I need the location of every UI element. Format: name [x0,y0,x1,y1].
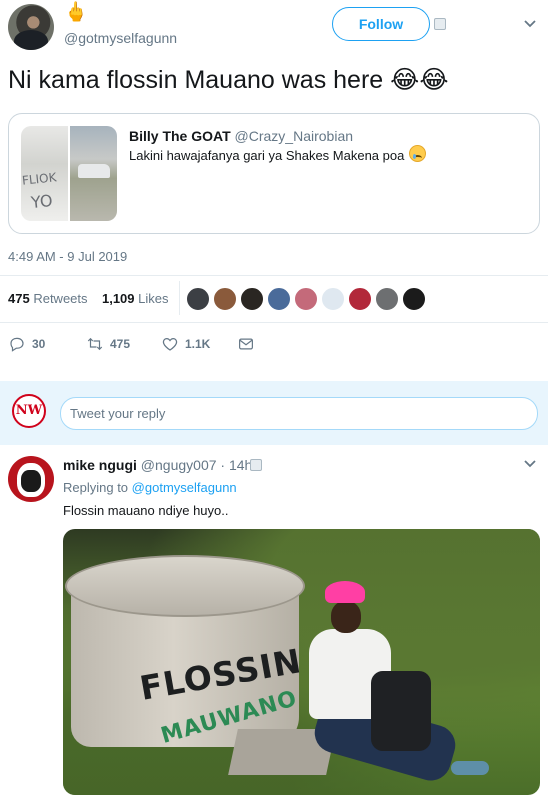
retweet-button[interactable]: 475 [86,333,130,355]
divider [179,281,180,315]
liker-avatar[interactable] [294,287,318,311]
reply-author[interactable]: mike ngugi @ngugy007 · 14h [63,457,252,473]
direct-message-button[interactable] [237,333,255,355]
person-backpack [371,671,431,751]
likes-count[interactable]: 1,109 [102,291,135,306]
replying-to-label: Replying to [63,480,129,495]
envelope-icon [239,338,253,350]
tweet-text: Ni kama flossin Mauano was here 😂😂 [8,66,449,94]
reply-time[interactable]: 14h [229,457,252,473]
quoted-image-graffiti-1: FLIOK [21,170,58,188]
divider [0,322,548,323]
replying-to-link[interactable]: @gotmyselfagunn [132,480,237,495]
pink-cap [325,581,365,603]
reply-icon [10,337,24,352]
retweets-label[interactable]: Retweets [33,291,87,306]
follow-button[interactable]: Follow [332,7,430,41]
quoted-tweet-image-1[interactable]: FLIOK YO [21,126,68,221]
current-user-avatar[interactable]: NW [12,394,46,428]
liker-avatar[interactable] [267,287,291,311]
tweet-stats: 475 Retweets 1,109 Likes [8,291,169,306]
divider [0,275,548,276]
quoted-tweet-image-2[interactable] [70,126,117,221]
tweet-actions: 30 475 1.1K [8,333,268,355]
chevron-down-icon[interactable] [520,14,540,34]
crying-face-icon [409,145,426,162]
translate-icon [434,18,446,30]
manhole-lid [65,555,305,617]
replying-to: Replying to @gotmyselfagunn [63,480,237,495]
seated-person [303,581,503,795]
liker-avatar[interactable] [348,287,372,311]
retweet-count: 475 [110,337,131,351]
quoted-tweet[interactable]: FLIOK YO Billy The GOAT @Crazy_Nairobian… [8,113,540,234]
reply-input[interactable]: Tweet your reply [60,397,538,430]
reply-author-handle: @ngugy007 [140,457,217,473]
chevron-down-icon[interactable] [520,454,540,474]
liker-avatar[interactable] [375,287,399,311]
reply-author-avatar[interactable] [8,456,54,502]
quoted-image-graffiti-2: YO [30,190,54,213]
retweets-count[interactable]: 475 [8,291,30,306]
translate-icon [250,459,262,471]
liker-avatar[interactable] [321,287,345,311]
quoted-tweet-name: Billy The GOAT [129,128,231,144]
tweet-timestamp[interactable]: 4:49 AM - 9 Jul 2019 [8,249,127,264]
heart-icon [162,337,178,351]
reply-text: Flossin mauano ndiye huyo.. [63,503,229,518]
quoted-tweet-author[interactable]: Billy The GOAT @Crazy_Nairobian [129,128,353,144]
reply-author-name: mike ngugi [63,457,137,473]
like-button[interactable]: 1.1K [161,333,210,355]
likes-label[interactable]: Likes [138,291,168,306]
quoted-tweet-text: Lakini hawajafanya gari ya Shakes Makena… [129,148,405,163]
retweet-icon [87,337,103,351]
liker-avatar[interactable] [402,287,426,311]
author-name-emoji: 🖕 [64,2,88,23]
concrete-manhole: FLOSSIN MAUWANO [63,555,308,749]
reply-button[interactable]: 30 [8,333,45,355]
reply-photo[interactable]: FLOSSIN MAUWANO [63,529,540,795]
person-shoe [451,761,489,775]
person-head [331,601,361,633]
author-avatar[interactable] [8,4,54,50]
liker-avatar[interactable] [186,287,210,311]
liker-avatar[interactable] [213,287,237,311]
author-handle[interactable]: @gotmyselfagunn [64,30,177,46]
like-count: 1.1K [185,337,211,351]
liker-avatar[interactable] [240,287,264,311]
quoted-tweet-handle: @Crazy_Nairobian [234,128,354,144]
reply-separator: · [220,457,226,473]
reply-count: 30 [32,337,46,351]
